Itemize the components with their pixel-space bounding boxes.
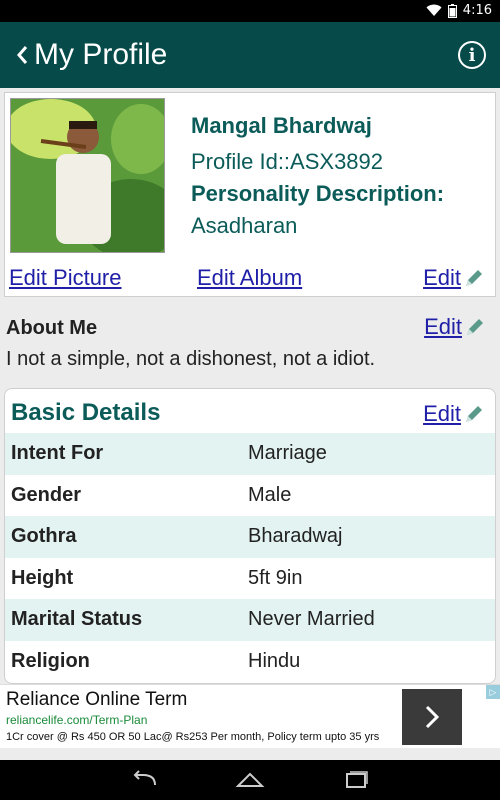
- personality-label: Personality Description:: [191, 181, 445, 206]
- row-label: Gender: [11, 483, 82, 506]
- row-value: 5ft 9in: [248, 566, 303, 589]
- basic-details-title: Basic Details: [11, 399, 161, 426]
- nav-back-button[interactable]: [126, 768, 162, 792]
- system-nav-bar: [0, 760, 500, 800]
- basic-details-edit-link[interactable]: Edit: [423, 401, 485, 427]
- row-value: Marriage: [248, 442, 327, 465]
- table-row: Religion Hindu: [5, 641, 495, 683]
- home-icon: [235, 772, 265, 787]
- row-label: Gothra: [11, 525, 77, 548]
- profile-id: Profile Id::ASX3892: [191, 149, 384, 174]
- row-value: Bharadwaj: [248, 525, 343, 548]
- nav-recents-button[interactable]: [338, 768, 374, 792]
- ad-title[interactable]: Reliance Online Term: [6, 689, 187, 711]
- status-time: 4:16: [462, 3, 492, 18]
- about-me-title: About Me: [6, 317, 98, 339]
- ad-choices-icon[interactable]: ▷: [486, 685, 500, 699]
- edit-profile-link[interactable]: Edit: [423, 265, 485, 291]
- table-row: Gender Male: [5, 475, 495, 517]
- back-button[interactable]: [0, 22, 28, 88]
- app-bar: My Profile i: [0, 22, 500, 88]
- table-row: Intent For Marriage: [5, 433, 495, 475]
- row-value: Male: [248, 483, 292, 506]
- pencil-icon: [466, 270, 482, 286]
- about-edit-label: Edit: [424, 314, 462, 339]
- ad-open-button[interactable]: [402, 689, 462, 745]
- personality-value: Asadharan: [191, 213, 298, 238]
- wifi-icon: [426, 4, 442, 16]
- ad-url[interactable]: reliancelife.com/Term-Plan: [6, 713, 147, 727]
- page-title: My Profile: [34, 38, 168, 71]
- ad-banner[interactable]: Reliance Online Term reliancelife.com/Te…: [0, 684, 500, 748]
- table-row: Height 5ft 9in: [5, 558, 495, 600]
- table-row: Gothra Bharadwaj: [5, 516, 495, 558]
- chevron-left-icon: [17, 46, 28, 64]
- profile-photo[interactable]: [10, 98, 165, 253]
- status-bar: 4:16: [0, 0, 500, 22]
- row-value: Never Married: [248, 608, 375, 631]
- info-icon: i: [468, 44, 476, 66]
- row-label: Marital Status: [11, 608, 143, 631]
- recents-icon: [346, 771, 368, 788]
- status-icons: 4:16: [426, 3, 492, 18]
- pencil-icon: [466, 406, 482, 422]
- row-label: Height: [11, 566, 74, 589]
- profile-name: Mangal Bhardwaj: [191, 113, 372, 138]
- basic-details-edit-label: Edit: [423, 401, 461, 426]
- nav-home-button[interactable]: [232, 768, 268, 792]
- basic-details-table: Intent For Marriage Gender Male Gothra B…: [5, 433, 495, 682]
- battery-icon: [447, 3, 457, 18]
- table-row: Marital Status Never Married: [5, 599, 495, 641]
- row-label: Religion: [11, 649, 90, 672]
- chevron-right-icon: [425, 705, 439, 729]
- edit-album-link[interactable]: Edit Album: [197, 265, 302, 291]
- profile-card: Mangal Bhardwaj Profile Id::ASX3892 Pers…: [4, 92, 496, 297]
- row-value: Hindu: [248, 649, 301, 672]
- ad-description: 1Cr cover @ Rs 450 OR 50 Lac@ Rs253 Per …: [6, 731, 380, 743]
- basic-details-card: Basic Details Edit Intent For Marriage G…: [4, 388, 496, 684]
- profile-photo-image: [11, 99, 164, 252]
- row-label: Intent For: [11, 442, 104, 465]
- pencil-icon: [467, 319, 483, 335]
- about-edit-link[interactable]: Edit: [424, 314, 486, 340]
- back-arrow-icon: [133, 770, 156, 786]
- about-me-text: I not a simple, not a dishonest, not a i…: [6, 348, 376, 370]
- edit-picture-link[interactable]: Edit Picture: [9, 265, 122, 291]
- edit-profile-label: Edit: [423, 265, 461, 290]
- info-button[interactable]: i: [458, 41, 486, 69]
